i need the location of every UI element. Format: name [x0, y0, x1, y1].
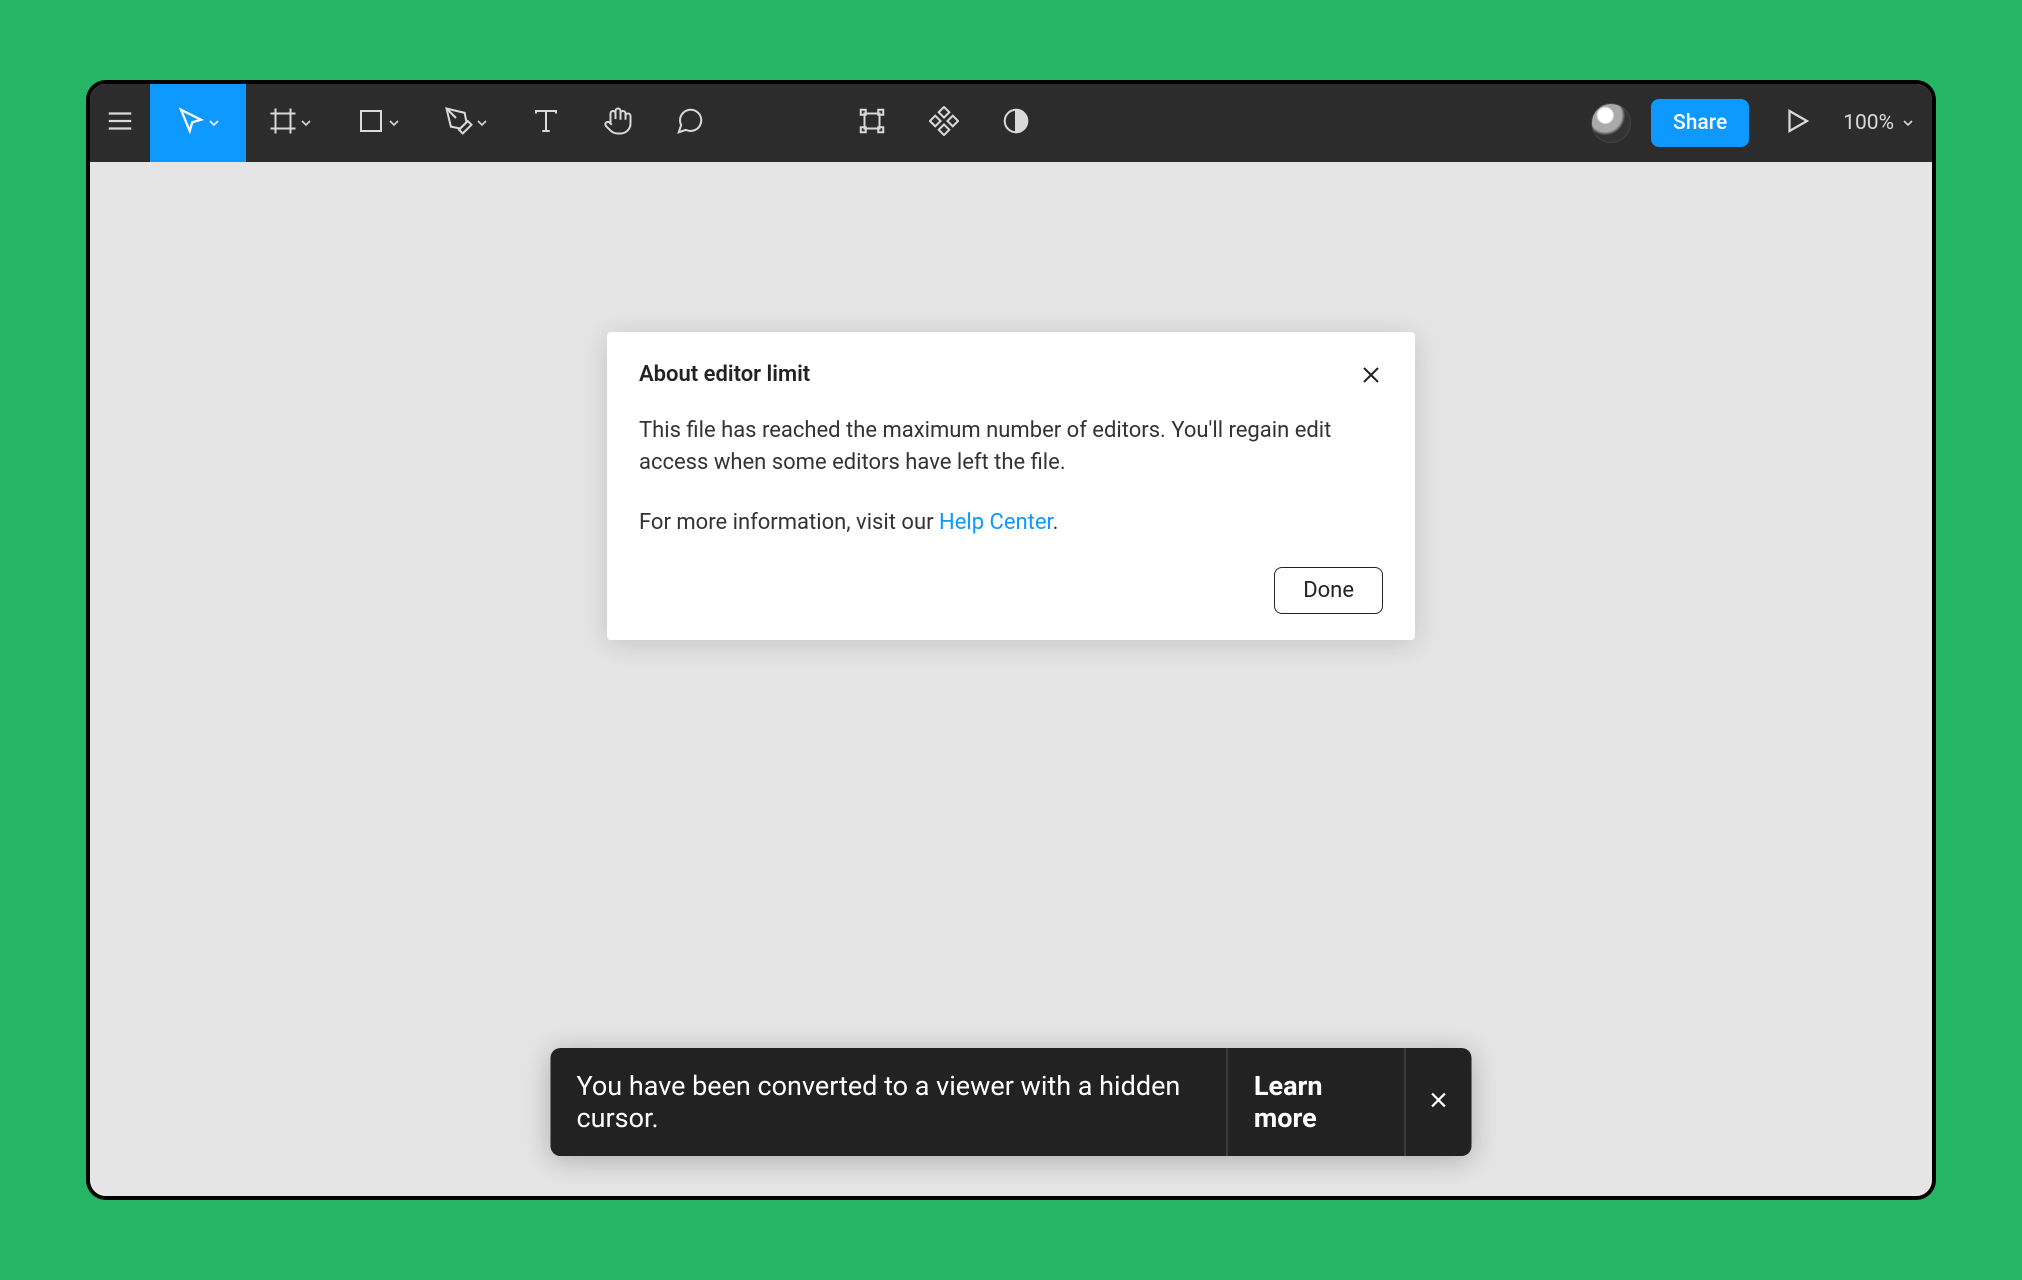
text-tool[interactable] [510, 84, 582, 162]
comment-icon [675, 106, 705, 140]
close-icon [1359, 372, 1383, 391]
play-icon [1782, 106, 1812, 140]
modal-title: About editor limit [639, 362, 810, 387]
comment-tool[interactable] [654, 84, 726, 162]
share-button[interactable]: Share [1651, 99, 1749, 147]
mask-tool[interactable] [980, 84, 1052, 162]
frame-tool[interactable] [246, 84, 334, 162]
hamburger-icon [105, 106, 135, 140]
toast-learn-more-button[interactable]: Learn more [1227, 1048, 1405, 1156]
editor-limit-modal: About editor limit This file has reached… [607, 332, 1415, 640]
menu-button[interactable] [90, 84, 150, 162]
chevron-down-icon [208, 114, 220, 133]
chevron-down-icon [1902, 111, 1914, 135]
close-icon [1428, 1086, 1450, 1118]
chevron-down-icon [476, 114, 488, 133]
help-center-link[interactable]: Help Center [939, 510, 1053, 535]
contrast-icon [1001, 106, 1031, 140]
pen-icon [444, 106, 474, 140]
hand-tool[interactable] [582, 84, 654, 162]
diamond-grid-icon [929, 106, 959, 140]
components-tool[interactable] [908, 84, 980, 162]
hand-icon [603, 106, 633, 140]
viewer-toast: You have been converted to a viewer with… [551, 1048, 1472, 1156]
chevron-down-icon [388, 114, 400, 133]
selection-tool[interactable] [836, 84, 908, 162]
modal-close-button[interactable] [1359, 363, 1383, 387]
modal-body: This file has reached the maximum number… [639, 415, 1383, 539]
move-tool[interactable] [150, 84, 246, 162]
bounding-box-icon [857, 106, 887, 140]
canvas[interactable]: About editor limit This file has reached… [90, 162, 1932, 1196]
zoom-value: 100% [1843, 111, 1894, 135]
toast-message: You have been converted to a viewer with… [551, 1048, 1227, 1156]
present-button[interactable] [1769, 84, 1825, 162]
shape-tool[interactable] [334, 84, 422, 162]
frame-icon [268, 106, 298, 140]
cursor-icon [176, 106, 206, 140]
modal-body-line1: This file has reached the maximum number… [639, 415, 1383, 479]
pen-tool[interactable] [422, 84, 510, 162]
app-window: Share 100% About editor limit [86, 80, 1936, 1200]
toast-close-button[interactable] [1405, 1048, 1472, 1156]
square-icon [356, 106, 386, 140]
user-avatar[interactable] [1591, 103, 1631, 143]
text-icon [531, 106, 561, 140]
toolbar: Share 100% [90, 84, 1932, 162]
done-button[interactable]: Done [1274, 567, 1383, 614]
chevron-down-icon [300, 114, 312, 133]
zoom-menu[interactable]: 100% [1843, 111, 1914, 135]
modal-body-line2: For more information, visit our Help Cen… [639, 507, 1383, 539]
